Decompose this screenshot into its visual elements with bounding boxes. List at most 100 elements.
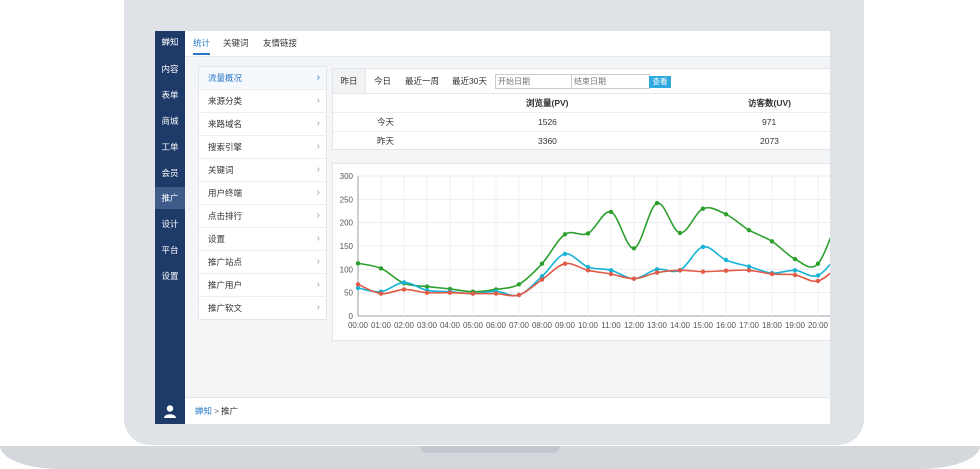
- submenu-item-click-ranking[interactable]: 点击排行 ›: [199, 205, 326, 228]
- submenu-item-user-terminal[interactable]: 用户终端 ›: [199, 182, 326, 205]
- x-tick-label: 11:00: [601, 321, 621, 330]
- data-point: [401, 287, 407, 292]
- x-tick-label: 06:00: [486, 321, 507, 330]
- stats-panel: 昨日 今日 最近一周 最近30天 查看 浏览量(PV) 访客数(UV) 今天 1…: [332, 68, 830, 150]
- x-tick-label: 09:00: [555, 321, 576, 330]
- sidebar-item-promotion[interactable]: 推广: [155, 187, 185, 209]
- data-point: [562, 251, 568, 257]
- y-tick-label: 0: [349, 312, 354, 321]
- chevron-right-icon: ›: [316, 95, 320, 106]
- data-point: [792, 256, 798, 262]
- submenu-item-search-engine[interactable]: 搜索引擎 ›: [199, 136, 326, 159]
- x-tick-label: 17:00: [739, 321, 760, 330]
- x-tick-label: 05:00: [463, 321, 484, 330]
- x-tick-label: 18:00: [762, 321, 783, 330]
- data-point: [401, 280, 407, 285]
- series-line-0: [357, 202, 830, 293]
- x-tick-label: 01:00: [371, 321, 392, 330]
- pv-value: 1526: [538, 117, 557, 127]
- end-date-input[interactable]: [571, 74, 650, 89]
- traffic-line-chart: 0 50 100 150 200 250 300 00:00 01:00 02:00 03:00 04…: [340, 172, 830, 330]
- submenu-item-promo-sites[interactable]: 推广站点 ›: [199, 251, 326, 274]
- data-point: [631, 246, 637, 251]
- chevron-right-icon: ›: [316, 118, 320, 129]
- chevron-right-icon: ›: [316, 141, 320, 152]
- filter-tab-last-week[interactable]: 最近一周: [405, 69, 439, 93]
- sidebar-item-forms[interactable]: 表单: [155, 84, 185, 106]
- submenu-item-settings[interactable]: 设置 ›: [199, 228, 326, 251]
- x-tick-label: 08:00: [532, 321, 553, 330]
- data-point: [654, 200, 660, 206]
- breadcrumb: 蝉知 > 推广: [195, 398, 238, 424]
- chevron-right-icon: ›: [316, 302, 320, 313]
- column-header-pv: 浏览量(PV): [526, 98, 569, 108]
- uv-value: 971: [762, 117, 777, 127]
- data-point: [424, 290, 430, 295]
- tab-statistics[interactable]: 统计: [193, 31, 211, 55]
- submenu-item-referrer-domain[interactable]: 来路域名 ›: [199, 113, 326, 136]
- pv-value: 3360: [538, 136, 557, 146]
- x-tick-label: 04:00: [440, 321, 461, 330]
- x-tick-label: 12:00: [624, 321, 645, 330]
- promotion-submenu: 流量概况 › 来源分类 › 来路域名 › 搜索引擎 › 关键词 › 用户终端 › 点击排行 ›…: [198, 66, 327, 320]
- x-tick-label: 10:00: [578, 321, 599, 330]
- sidebar-item-content[interactable]: 内容: [155, 58, 185, 80]
- filter-tab-today[interactable]: 今日: [374, 69, 391, 93]
- sidebar-item-settings[interactable]: 设置: [155, 265, 185, 287]
- data-point: [723, 212, 729, 217]
- submenu-item-traffic-overview[interactable]: 流量概况 ›: [199, 67, 326, 90]
- top-nav: 统计 关键词 友情链接: [185, 31, 830, 57]
- data-point: [723, 268, 729, 273]
- table-row: 今天 1526 971: [333, 113, 830, 132]
- user-avatar-icon[interactable]: [163, 404, 177, 418]
- submenu-item-source-category[interactable]: 来源分类 ›: [199, 90, 326, 113]
- data-point: [700, 206, 706, 211]
- data-point: [355, 282, 361, 287]
- data-point: [700, 244, 706, 250]
- x-tick-label: 03:00: [417, 321, 438, 330]
- x-tick-label: 16:00: [716, 321, 737, 330]
- sidebar-item-design[interactable]: 设计: [155, 213, 185, 235]
- sidebar-item-platform[interactable]: 平台: [155, 239, 185, 261]
- data-point: [654, 270, 660, 275]
- tab-keywords[interactable]: 关键词: [223, 31, 249, 55]
- sidebar-item-shop[interactable]: 商城: [155, 110, 185, 132]
- data-point: [378, 266, 384, 271]
- chevron-right-icon: ›: [316, 72, 320, 83]
- y-tick-label: 150: [340, 242, 354, 251]
- table-header-row: 浏览量(PV) 访客数(UV): [333, 94, 830, 113]
- submenu-item-promo-users[interactable]: 推广用户 ›: [199, 274, 326, 297]
- filter-tab-yesterday[interactable]: 昨日: [333, 69, 366, 93]
- sidebar-brand[interactable]: 蝉知: [155, 31, 185, 53]
- start-date-input[interactable]: [495, 74, 574, 89]
- data-point: [677, 268, 683, 273]
- data-point: [631, 276, 637, 281]
- data-point: [447, 290, 453, 295]
- data-point: [608, 271, 614, 277]
- sidebar-item-tickets[interactable]: 工单: [155, 136, 185, 158]
- tab-friend-links[interactable]: 友情链接: [263, 31, 297, 55]
- app-screen: 蝉知 内容 表单 商城 工单 会员 推广 设计 平台 设置 统计 关键词 友情链…: [155, 31, 830, 424]
- data-point: [562, 261, 568, 266]
- submenu-item-promo-articles[interactable]: 推广软文 ›: [199, 297, 326, 319]
- x-tick-label: 00:00: [348, 321, 369, 330]
- chevron-right-icon: ›: [316, 164, 320, 175]
- data-point: [792, 272, 798, 278]
- query-button[interactable]: 查看: [649, 76, 671, 88]
- x-tick-label: 20:00: [808, 321, 829, 330]
- chevron-right-icon: ›: [316, 187, 320, 198]
- data-point: [792, 268, 798, 273]
- data-point: [493, 291, 499, 296]
- main-sidebar: 蝉知 内容 表单 商城 工单 会员 推广 设计 平台 设置: [155, 31, 185, 424]
- submenu-item-keywords[interactable]: 关键词 ›: [199, 159, 326, 182]
- sidebar-item-members[interactable]: 会员: [155, 162, 185, 184]
- x-tick-label: 13:00: [647, 321, 668, 330]
- data-point: [378, 291, 384, 296]
- breadcrumb-root[interactable]: 蝉知: [195, 406, 212, 416]
- x-tick-label: 14:00: [670, 321, 691, 330]
- data-point: [769, 271, 775, 277]
- data-point: [746, 268, 752, 273]
- filter-tab-last-30-days[interactable]: 最近30天: [452, 69, 487, 93]
- data-point: [815, 273, 821, 278]
- y-tick-label: 300: [340, 172, 354, 181]
